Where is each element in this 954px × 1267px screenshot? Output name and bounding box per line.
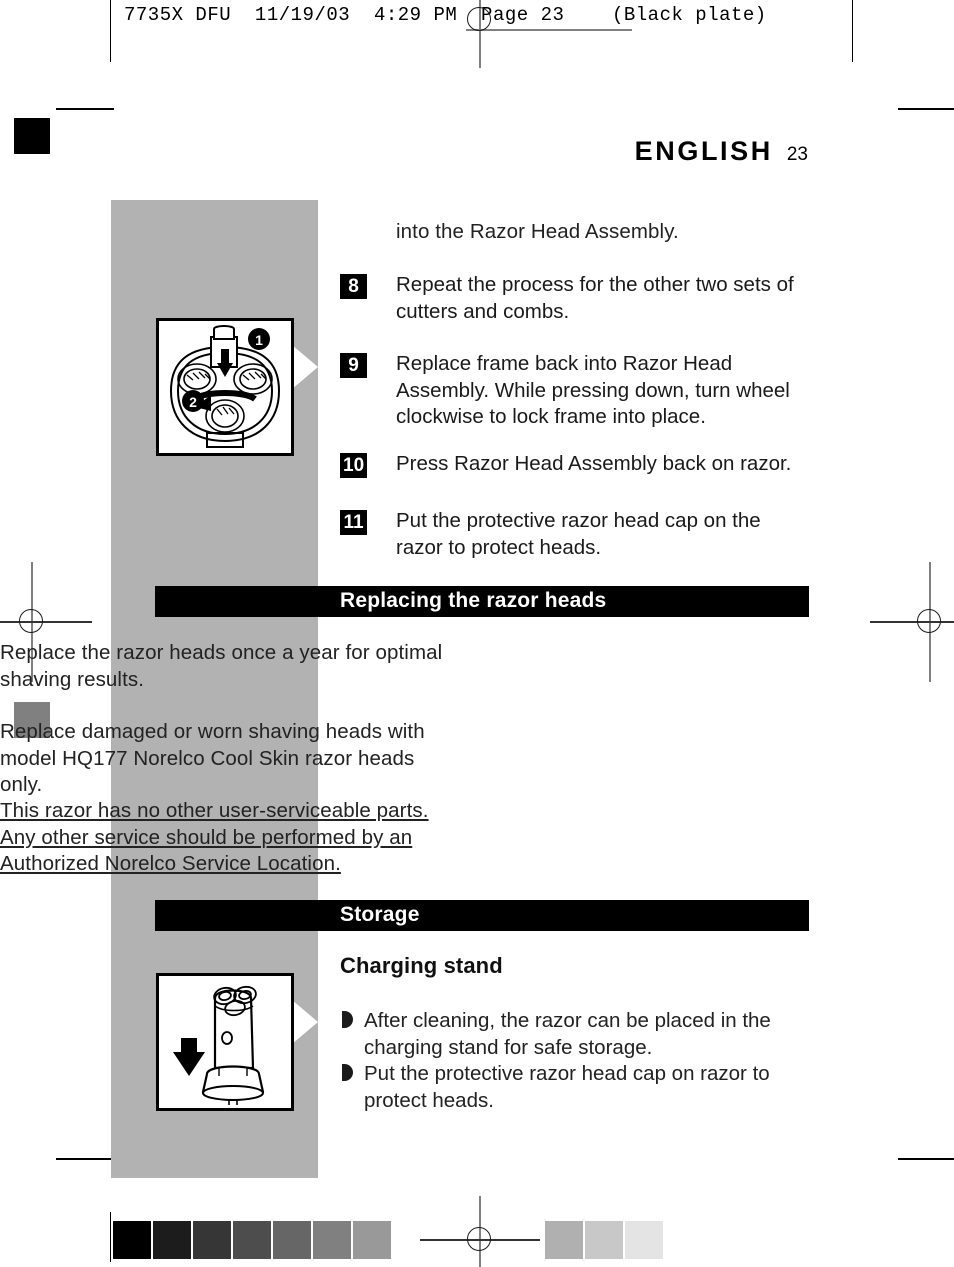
continued-paragraph: into the Razor Head Assembly. [396, 220, 679, 243]
step-9: 9 Replace frame back into Razor Head Ass… [340, 351, 810, 431]
calibration-swatch [625, 1221, 663, 1259]
calibration-swatch [233, 1221, 271, 1259]
strip-rule [110, 1212, 111, 1262]
registration-mark-left [0, 562, 92, 682]
calibration-swatch [193, 1221, 231, 1259]
section-heading-storage: Storage [155, 900, 809, 931]
print-slug: 7735X DFU 11/19/03 4:29 PM Page 23 (Blac… [124, 4, 767, 26]
step-number: 11 [340, 510, 367, 535]
section-heading-label: Replacing the razor heads [340, 589, 607, 612]
storage-bullet-1: After cleaning, the razor can be placed … [340, 1008, 812, 1061]
calibration-swatch [153, 1221, 191, 1259]
slug-rule-left [110, 0, 111, 62]
crop-line-bottom-left [56, 1158, 114, 1160]
crop-line-bottom-right [898, 1158, 954, 1160]
charging-stand-figure [156, 973, 294, 1111]
registration-mark-top [458, 0, 502, 68]
slug-underline-right [546, 29, 632, 31]
calibration-swatch [545, 1221, 583, 1259]
razor-head-frame-figure: 1 2 [156, 318, 294, 456]
service-notice: This razor has no other user-serviceable… [0, 798, 470, 878]
page-title: ENGLISH 23 [340, 136, 808, 167]
step-8: 8 Repeat the process for the other two s… [340, 272, 810, 325]
crop-line-top-left [56, 108, 114, 110]
step-number: 9 [340, 353, 367, 378]
page-number: 23 [786, 144, 808, 165]
step-number: 10 [340, 453, 368, 478]
service-notice-line-2: Any other service should be performed by… [0, 825, 413, 849]
language-label: ENGLISH [634, 136, 773, 166]
bullet-icon [342, 1064, 353, 1081]
step-text: Replace frame back into Razor Head Assem… [396, 352, 790, 428]
section-heading-label: Storage [340, 903, 420, 926]
corner-black-swatch [14, 118, 50, 154]
svg-text:2: 2 [189, 394, 197, 410]
step-text: Put the protective razor head cap on the… [396, 509, 761, 559]
crop-line-top-right [898, 108, 954, 110]
registration-mark-bottom [420, 1196, 540, 1267]
subheading-charging-stand: Charging stand [340, 953, 503, 978]
service-notice-line-3: Authorized Norelco Service Location. [0, 852, 341, 875]
step-text: Press Razor Head Assembly back on razor. [396, 452, 792, 475]
slug-rule-right [852, 0, 853, 62]
bullet-icon [342, 1011, 353, 1028]
calibration-dark-swatches [113, 1221, 393, 1259]
service-notice-line-1: This razor has no other user-serviceable… [0, 799, 429, 822]
bullet-text: After cleaning, the razor can be placed … [364, 1009, 771, 1059]
section-heading-replacing-razor-heads: Replacing the razor heads [155, 586, 809, 617]
step-number: 8 [340, 274, 367, 299]
registration-mark-right [870, 562, 954, 682]
calibration-swatch [313, 1221, 351, 1259]
step-10: 10 Press Razor Head Assembly back on raz… [340, 451, 810, 478]
storage-bullet-2: Put the protective razor head cap on raz… [340, 1061, 812, 1114]
replacing-paragraph-2: Replace damaged or worn shaving heads wi… [0, 720, 425, 796]
calibration-swatch [113, 1221, 151, 1259]
calibration-swatch [273, 1221, 311, 1259]
manual-page: 7735X DFU 11/19/03 4:29 PM Page 23 (Blac… [0, 0, 954, 1267]
calibration-swatch [353, 1221, 391, 1259]
calibration-swatch [585, 1221, 623, 1259]
calibration-light-swatches [545, 1221, 705, 1259]
bullet-text: Put the protective razor head cap on raz… [364, 1062, 770, 1112]
replacing-paragraph-1: Replace the razor heads once a year for … [0, 641, 443, 691]
svg-text:1: 1 [255, 332, 263, 348]
step-text: Repeat the process for the other two set… [396, 273, 794, 323]
step-11: 11 Put the protective razor head cap on … [340, 508, 810, 561]
